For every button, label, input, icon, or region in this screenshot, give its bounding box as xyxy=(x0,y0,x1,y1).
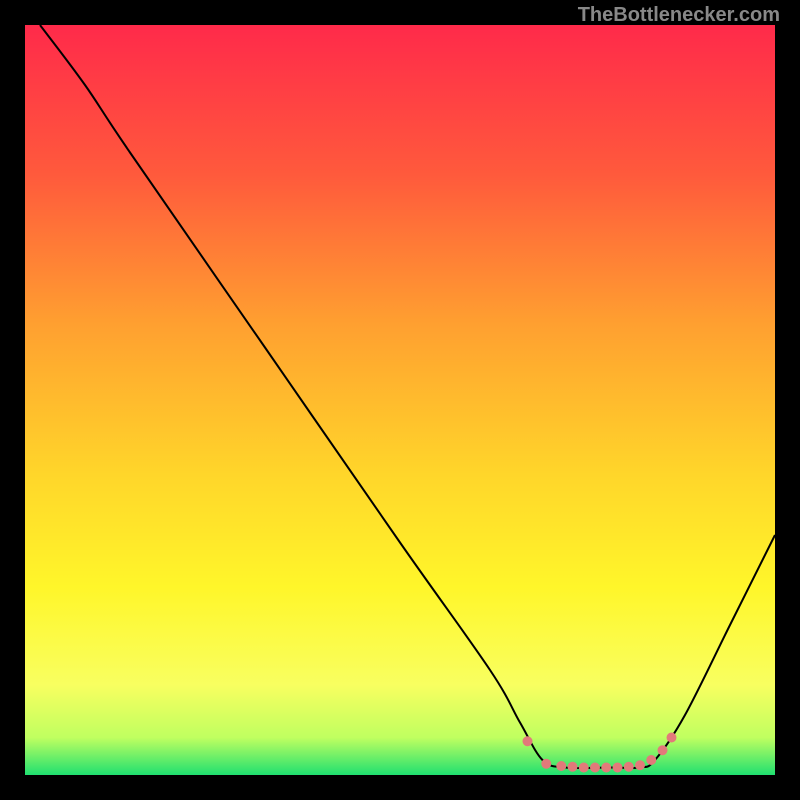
watermark-text: TheBottlenecker.com xyxy=(578,4,780,27)
curve-marker xyxy=(579,763,589,773)
curve-marker xyxy=(613,763,623,773)
curve-marker xyxy=(646,755,656,765)
chart-background xyxy=(25,25,775,775)
curve-marker xyxy=(590,763,600,773)
chart-container xyxy=(25,25,775,775)
curve-marker xyxy=(601,763,611,773)
chart-svg xyxy=(25,25,775,775)
curve-marker xyxy=(541,759,551,769)
curve-marker xyxy=(635,760,645,770)
curve-marker xyxy=(658,745,668,755)
curve-marker xyxy=(556,761,566,771)
curve-marker xyxy=(568,762,578,772)
curve-marker xyxy=(667,733,677,743)
curve-marker xyxy=(624,762,634,772)
curve-marker xyxy=(523,736,533,746)
